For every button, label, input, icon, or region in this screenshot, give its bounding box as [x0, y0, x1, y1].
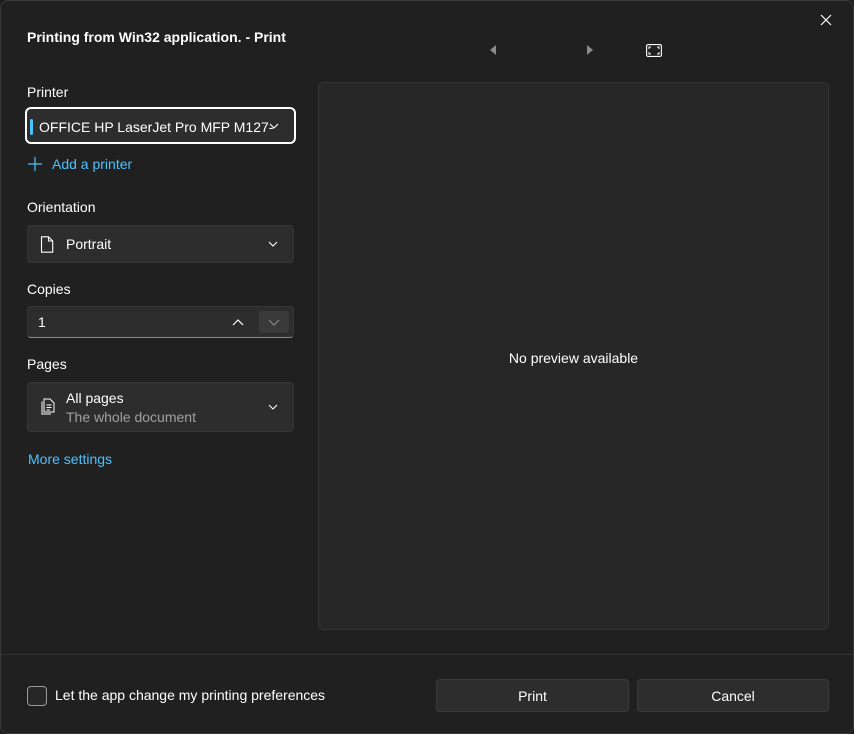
document-icon [40, 236, 54, 253]
copies-label: Copies [27, 281, 71, 297]
printer-select[interactable]: OFFICE HP LaserJet Pro MFP M127- [25, 107, 296, 144]
focus-accent-bar [30, 119, 33, 135]
print-dialog: Printing from Win32 application. - Print… [0, 0, 854, 734]
app-preferences-checkbox[interactable] [27, 686, 47, 706]
add-printer-link[interactable]: Add a printer [27, 156, 132, 172]
copies-input[interactable]: 1 [27, 306, 294, 338]
orientation-label: Orientation [27, 199, 96, 215]
chevron-up-icon [232, 318, 244, 325]
pages-selected-value: All pages [66, 390, 124, 406]
orientation-select[interactable]: Portrait [27, 225, 294, 263]
print-button[interactable]: Print [436, 679, 629, 712]
add-printer-label: Add a printer [52, 156, 133, 172]
chevron-down-icon [268, 319, 280, 326]
printer-label: Printer [27, 84, 69, 100]
printer-selected-value: OFFICE HP LaserJet Pro MFP M127- [39, 119, 274, 135]
print-preview-area: No preview available [318, 82, 829, 630]
next-page-icon [587, 45, 593, 55]
chevron-down-icon [267, 240, 279, 248]
fit-to-window-button[interactable] [645, 42, 663, 58]
next-page-button[interactable] [583, 43, 597, 57]
close-icon [820, 14, 832, 26]
pages-label: Pages [27, 356, 67, 372]
pages-description: The whole document [66, 409, 196, 425]
copies-value: 1 [38, 314, 46, 330]
close-button[interactable] [813, 9, 839, 31]
copies-decrement-button[interactable] [259, 311, 289, 333]
copies-increment-button[interactable] [227, 312, 249, 332]
dialog-title: Printing from Win32 application. - Print [27, 29, 286, 45]
chevron-down-icon [267, 403, 279, 411]
cancel-button[interactable]: Cancel [637, 679, 829, 712]
fit-to-window-icon [646, 43, 662, 57]
more-settings-link[interactable]: More settings [28, 451, 112, 467]
dialog-footer: Let the app change my printing preferenc… [1, 654, 853, 733]
previous-page-icon [490, 45, 496, 55]
plus-icon [27, 156, 43, 172]
chevron-down-icon [268, 122, 280, 130]
app-preferences-label[interactable]: Let the app change my printing preferenc… [55, 687, 325, 703]
pages-icon [40, 398, 56, 416]
preview-message: No preview available [508, 350, 639, 366]
orientation-selected-value: Portrait [66, 236, 112, 252]
pages-select[interactable]: All pages The whole document [27, 382, 294, 432]
previous-page-button[interactable] [486, 43, 500, 57]
